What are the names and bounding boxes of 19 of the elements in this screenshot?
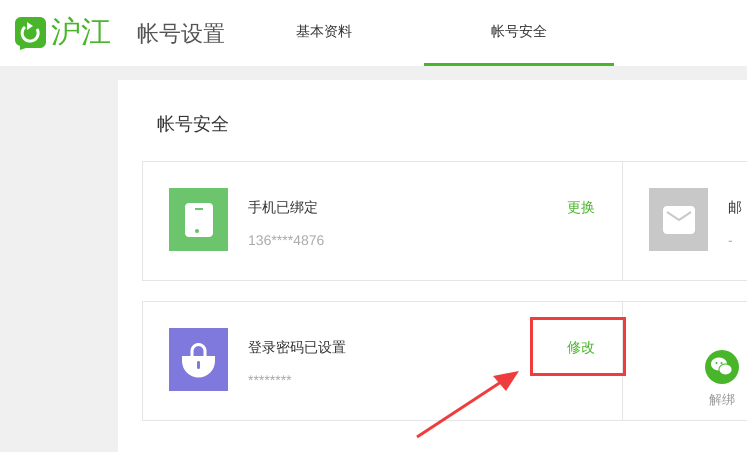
logo-text[interactable]: 沪江 xyxy=(51,18,111,48)
unbind-link[interactable]: 解绑 xyxy=(709,390,735,410)
logo-icon[interactable] xyxy=(14,16,47,50)
action-link[interactable]: 更换 xyxy=(567,197,595,218)
status-label: 手机已绑定 xyxy=(248,198,319,217)
envelope-icon xyxy=(649,188,708,251)
status-value: - xyxy=(728,231,734,250)
status-value: ******** xyxy=(248,371,293,390)
action-link[interactable]: 修改 xyxy=(567,337,595,358)
status-label: 登录密码已设置 xyxy=(248,338,347,357)
section-title: 帐号安全 xyxy=(157,113,230,136)
tab[interactable]: 基本资料 xyxy=(229,0,419,66)
status-value: 136****4876 xyxy=(248,231,326,250)
tab[interactable]: 帐号安全 xyxy=(424,0,614,66)
page-title: 帐号设置 xyxy=(137,20,225,48)
phone-icon xyxy=(169,188,228,251)
status-label: 邮 xyxy=(728,198,743,217)
chat-bubbles-icon[interactable] xyxy=(705,350,739,384)
lock-icon xyxy=(169,328,228,391)
